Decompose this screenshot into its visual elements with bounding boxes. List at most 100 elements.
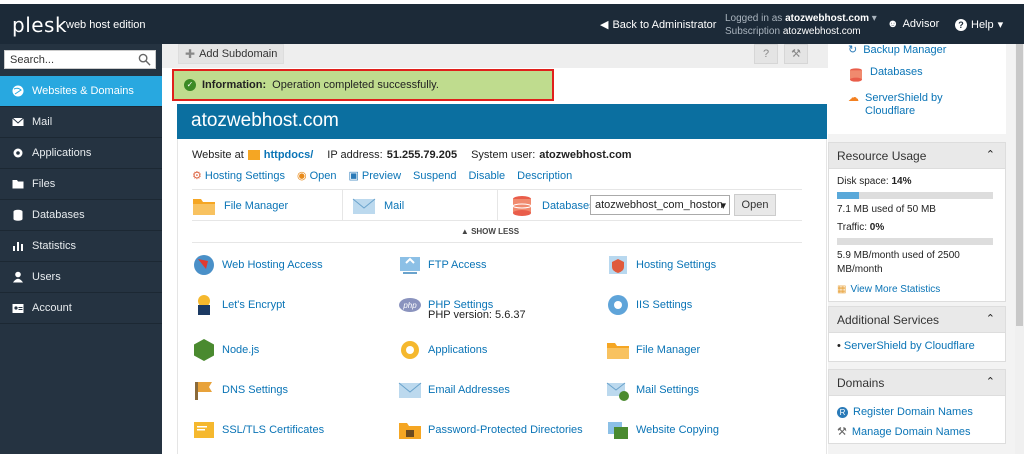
tool-email-addresses[interactable]: Email Addresses	[398, 378, 510, 402]
action-label: Preview	[361, 169, 402, 182]
ftp-access-icon	[400, 257, 420, 274]
tool-label: Web Hosting Access	[222, 259, 323, 271]
subscription-value[interactable]: atozwebhost.com	[783, 26, 861, 37]
additional-services-header[interactable]: Additional Services ⌃	[829, 307, 1005, 333]
chevron-up-icon[interactable]: ⌃	[986, 375, 995, 388]
gear-icon	[401, 341, 419, 359]
wrench-icon: ⚒	[837, 426, 847, 438]
user-icon	[13, 271, 23, 283]
action-disable[interactable]: Disable	[468, 169, 505, 182]
separator	[497, 190, 498, 221]
chevron-up-icon[interactable]: ⌃	[986, 148, 995, 161]
quick-access-row: File Manager Mail Databases atozwebhost_…	[192, 189, 802, 221]
tool-lets-encrypt[interactable]: Let's Encrypt	[192, 293, 285, 317]
traffic-detail: 5.9 MB/month used of 2500 MB/month	[837, 250, 960, 275]
resource-usage-panel: Resource Usage ⌃ Disk space: 14% 7.1 MB …	[828, 142, 1006, 302]
quick-file-manager[interactable]: File Manager	[192, 190, 288, 221]
database-select[interactable]: atozwebhost_com_hoston ▾	[590, 195, 730, 215]
traffic-pct: 0%	[869, 222, 885, 233]
help-icon: ?	[955, 18, 967, 31]
sidebar-item-databases[interactable]: Databases	[0, 200, 162, 231]
sidebar-item-account[interactable]: Account	[0, 293, 162, 324]
backup-manager-link[interactable]: ↻ Backup Manager	[848, 44, 946, 57]
domains-header[interactable]: Domains ⌃	[829, 370, 1005, 396]
info-title: Information:	[202, 79, 267, 91]
logged-in-user[interactable]: atozwebhost.com	[785, 13, 869, 24]
action-preview[interactable]: ▣ Preview	[349, 169, 402, 183]
plus-icon: ✚	[185, 47, 196, 61]
additional-service-link[interactable]: ServerShield by Cloudflare	[844, 340, 975, 352]
wrench-icon[interactable]: ⚒	[784, 44, 808, 64]
resource-usage-header[interactable]: Resource Usage ⌃	[829, 143, 1005, 169]
website-at-link[interactable]: httpdocs/	[264, 149, 314, 161]
register-icon: R	[837, 406, 848, 418]
context-help-button[interactable]: ?	[754, 44, 778, 64]
domain-actions: ⚙ Hosting Settings ◉ Open ▣ Preview Suspend…	[192, 169, 572, 183]
chevron-up-icon: ▲	[460, 227, 469, 236]
databases-label: Databases	[870, 66, 923, 78]
scrollbar-thumb[interactable]	[1016, 44, 1023, 326]
sidebar-item-applications[interactable]: Applications	[0, 138, 162, 169]
tool-web-hosting-access[interactable]: Web Hosting Access	[192, 253, 323, 277]
quick-databases-label: Databases	[542, 199, 595, 212]
tool-label: DNS Settings	[222, 384, 289, 396]
tool-iis-settings[interactable]: IIS Settings	[606, 293, 692, 317]
register-domains-link[interactable]: R Register Domain Names	[837, 402, 997, 422]
advisor-button[interactable]: ☻ Advisor	[887, 18, 939, 30]
tool-label: IIS Settings	[636, 299, 693, 311]
tool-label: FTP Access	[428, 259, 487, 271]
add-subdomain-button[interactable]: ✚ Add Subdomain	[178, 44, 285, 64]
globe-icon: ◉	[296, 170, 307, 182]
sidebar-item-mail[interactable]: Mail	[0, 107, 162, 138]
quick-databases[interactable]: Databases	[510, 190, 595, 221]
servershield-link[interactable]: ☁ ServerShield by Cloudflare	[848, 92, 958, 118]
action-suspend[interactable]: Suspend	[413, 169, 456, 182]
folder-icon	[12, 180, 24, 189]
sidebar-item-files[interactable]: Files	[0, 169, 162, 200]
sidebar-item-statistics[interactable]: Statistics	[0, 231, 162, 262]
tool-dns-settings[interactable]: DNS Settings	[192, 378, 288, 402]
account-info[interactable]: Logged in as atozwebhost.com ▾ Subscript…	[725, 12, 877, 38]
tool-ssl-tls-certificates[interactable]: SSL/TLS Certificates	[192, 418, 324, 442]
domain-title[interactable]: atozwebhost.com	[177, 104, 827, 139]
tool-php-settings[interactable]: php PHP Settings PHP version: 5.6.37	[398, 293, 526, 321]
back-to-admin-link[interactable]: ◀ Back to Administrator	[600, 18, 716, 32]
domains-body: R Register Domain Names ⚒ Manage Domain …	[829, 396, 1005, 448]
info-message: ✓ Information: Operation completed succe…	[172, 69, 554, 101]
ip-label: IP address:	[327, 149, 383, 161]
plesk-logo[interactable]: plesk	[12, 13, 67, 37]
tool-label: Website Copying	[636, 424, 719, 436]
sidebar-item-websites-domains[interactable]: Websites & Domains	[0, 76, 162, 107]
disk-usage-bar	[837, 192, 993, 199]
tool-mail-settings[interactable]: Mail Settings	[606, 378, 699, 402]
tool-password-protected-directories[interactable]: Password-Protected Directories	[398, 418, 583, 442]
envelope-icon	[398, 382, 422, 398]
view-stats-link[interactable]: ▦ View More Statistics	[837, 283, 997, 297]
tool-nodejs[interactable]: Node.js	[192, 338, 259, 362]
database-open-button[interactable]: Open	[734, 194, 776, 216]
action-open[interactable]: ◉ Open	[296, 169, 337, 183]
additional-services-panel: Additional Services ⌃ • ServerShield by …	[828, 306, 1006, 362]
tool-file-manager[interactable]: File Manager	[606, 338, 700, 362]
search-input[interactable]: Search...	[4, 50, 156, 69]
help-label: Help	[971, 18, 994, 31]
action-description[interactable]: Description	[517, 169, 572, 182]
sidebar-item-users[interactable]: Users	[0, 262, 162, 293]
action-hosting-settings[interactable]: ⚙ Hosting Settings	[192, 169, 285, 183]
databases-link[interactable]: Databases	[848, 66, 923, 84]
tool-label: Applications	[428, 344, 488, 356]
chevron-down-icon: ▾	[871, 13, 877, 24]
tool-ftp-access[interactable]: FTP Access	[398, 253, 486, 277]
quick-mail[interactable]: Mail	[352, 190, 404, 221]
folder-icon	[607, 343, 629, 359]
search-icon[interactable]	[138, 53, 151, 66]
show-less-toggle[interactable]: ▲ SHOW LESS	[178, 227, 802, 236]
tool-applications[interactable]: Applications	[398, 338, 487, 362]
help-menu[interactable]: ? Help ▾	[955, 18, 1003, 31]
show-less-label: SHOW LESS	[471, 227, 520, 236]
chevron-up-icon[interactable]: ⌃	[986, 312, 995, 325]
tool-website-copying[interactable]: Website Copying	[606, 418, 719, 442]
manage-domains-link[interactable]: ⚒ Manage Domain Names	[837, 422, 997, 442]
tool-hosting-settings[interactable]: Hosting Settings	[606, 253, 716, 277]
add-subdomain-label: Add Subdomain	[199, 48, 278, 60]
